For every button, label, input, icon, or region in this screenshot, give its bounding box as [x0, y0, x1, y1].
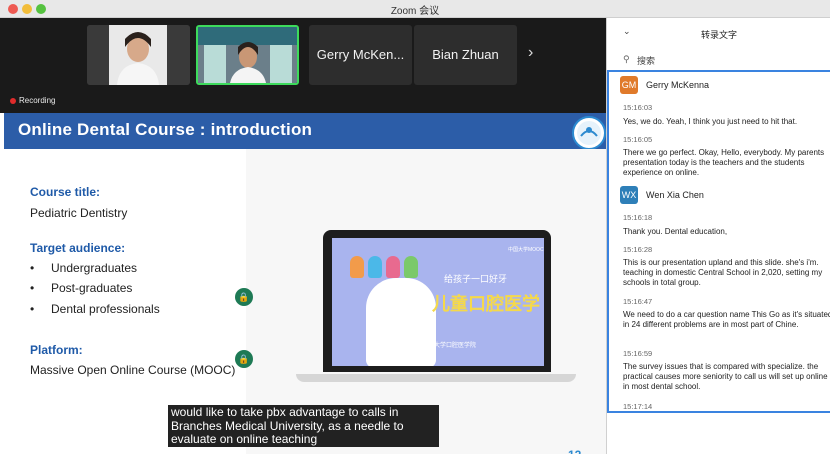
course-title-heading: Course title:: [30, 185, 101, 199]
banner-subtitle: 给孩子一口好牙: [444, 274, 508, 284]
mooc-brand-label: 中国大学MOOC: [508, 247, 544, 253]
search-icon: ⚲: [623, 54, 630, 64]
transcript-panel: ⌄ 转录文字 ⚲ 搜索 GM Gerry McKenna 15:16:03 Ye…: [606, 18, 830, 454]
tooth-icon: [366, 278, 436, 366]
recording-label: Recording: [19, 96, 56, 105]
meeting-stage: Gerry McKen... Bian Zhuan › Recording On…: [0, 18, 606, 454]
participant-name: Gerry McKen...: [316, 47, 405, 62]
participant-video-1: [87, 25, 190, 85]
lock-icon[interactable]: 🔒: [235, 288, 253, 306]
banner-headline: 儿童口腔医学: [432, 294, 540, 314]
participant-gallery: Gerry McKen... Bian Zhuan › Recording: [0, 18, 606, 113]
speaker-avatar: GM: [620, 76, 638, 94]
transcript-title: 转录文字: [700, 30, 737, 40]
speaker-name: Gerry McKenna: [646, 80, 710, 90]
transcript-message[interactable]: This is our presentation upland and this…: [623, 258, 830, 288]
laptop-screen: 中国大学MOOC 给孩子一口好牙 儿童口腔医学 广西医科大学口腔医学院: [323, 230, 551, 372]
lock-icon[interactable]: 🔒: [235, 350, 253, 368]
audience-heading: Target audience:: [30, 241, 126, 255]
banner-footer: 广西医科大学口腔医学院: [410, 343, 477, 349]
participant-video-2: [198, 27, 297, 83]
slide-header: Online Dental Course : introduction: [4, 113, 606, 150]
window-titlebar: Zoom 会议: [0, 0, 830, 18]
platform-heading: Platform:: [30, 343, 83, 357]
timestamp: 15:16:47: [623, 297, 653, 306]
laptop-illustration: 中国大学MOOC 给孩子一口好牙 儿童口腔医学 广西医科大学口腔医学院: [296, 230, 576, 388]
transcript-message[interactable]: There we go perfect. Okay, Hello, everyb…: [623, 148, 830, 178]
transcript-message[interactable]: The survey issues that is compared with …: [623, 362, 830, 392]
timestamp: 15:16:59: [623, 349, 653, 358]
speaker-header: WX Wen Xia Chen: [620, 186, 704, 204]
course-banner: 中国大学MOOC 给孩子一口好牙 儿童口腔医学 广西医科大学口腔医学院: [332, 238, 544, 366]
transcript-message[interactable]: We need to do a car question name This G…: [623, 310, 830, 330]
timestamp: 15:17:14: [623, 402, 653, 411]
transcript-search-input[interactable]: ⚲ 搜索: [617, 53, 827, 67]
transcript-message[interactable]: Thank you. Dental education,: [623, 227, 830, 237]
participant-tile-active-speaker[interactable]: [196, 25, 299, 85]
participant-tile-4[interactable]: Bian Zhuan: [414, 25, 517, 85]
timestamp: 15:16:28: [623, 245, 653, 254]
slide-page-number: 12: [568, 448, 581, 454]
timestamp: 15:16:18: [623, 213, 653, 222]
transcript-list[interactable]: GM Gerry McKenna 15:16:03 Yes, we do. Ye…: [607, 70, 830, 413]
participant-tile-3[interactable]: Gerry McKen...: [309, 25, 412, 85]
speaker-name: Wen Xia Chen: [646, 190, 704, 200]
timestamp: 15:16:03: [623, 103, 653, 112]
live-caption: would like to take pbx advantage to call…: [168, 405, 439, 447]
children-illustration: [348, 256, 428, 282]
college-logo: [572, 116, 606, 150]
college-logo-icon: [577, 121, 601, 145]
speaker-header: GM Gerry McKenna: [620, 76, 709, 94]
participant-name: Bian Zhuan: [432, 47, 499, 62]
recording-dot-icon: [10, 97, 16, 104]
recording-indicator: Recording: [10, 96, 55, 105]
transcript-message[interactable]: Yes, we do. Yeah, I think you just need …: [623, 117, 830, 127]
timestamp: 15:16:05: [623, 135, 653, 144]
laptop-base: [296, 374, 576, 382]
search-placeholder: 搜索: [637, 56, 656, 66]
course-title-value: Pediatric Dentistry: [30, 206, 128, 220]
audience-item: • Dental professionals: [30, 302, 160, 316]
gallery-next-button[interactable]: ›: [528, 44, 533, 62]
speaker-avatar: WX: [620, 186, 638, 204]
participant-tile-1[interactable]: [87, 25, 190, 85]
audience-item: • Post-graduates: [30, 281, 133, 295]
slide-title: Online Dental Course : introduction: [18, 120, 313, 139]
audience-item: • Undergraduates: [30, 261, 138, 275]
shared-slide: Online Dental Course : introduction Cour…: [0, 113, 606, 454]
window-title: Zoom 会议: [390, 6, 440, 17]
transcript-header: ⌄ 转录文字: [607, 18, 830, 48]
platform-value: Massive Open Online Course (MOOC): [30, 363, 236, 377]
